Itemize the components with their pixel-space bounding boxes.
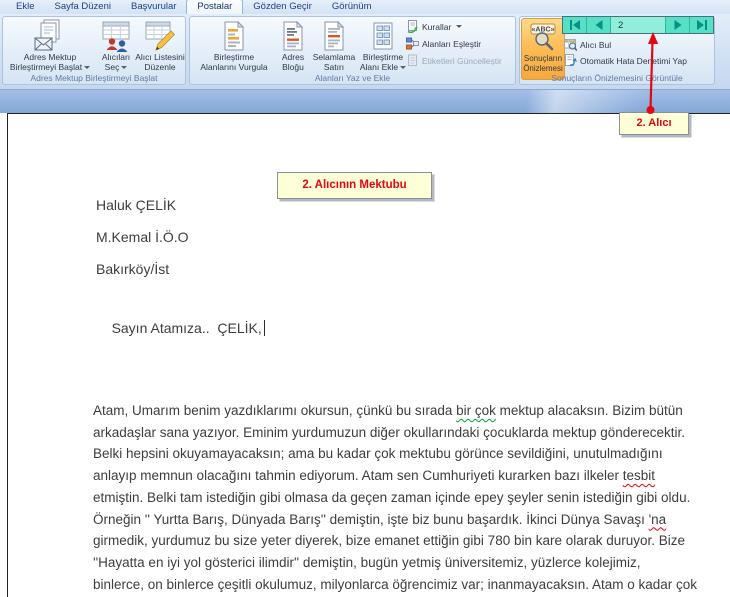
address-block-button[interactable]: Adres Bloğu (276, 18, 310, 73)
find-recipient-icon (564, 38, 578, 51)
find-recipient-button[interactable]: Alıcı Bul (564, 38, 611, 51)
insert-merge-field-button[interactable]: Birleştirme Alanı Ekle (358, 18, 408, 73)
auto-check-errors-icon (564, 54, 577, 67)
select-recipients-icon (99, 19, 133, 53)
document-text-line[interactable]: Atam, Umarım benim yazdıklarımı okursun,… (93, 400, 697, 422)
auto-check-errors-button[interactable]: Otomatik Hata Denetimi Yap (564, 54, 687, 67)
ribbon: Adres Mektup Birleştirmeyi Başlat Alıcıl… (0, 14, 730, 90)
letter-callout: 2. Alıcının Mektubu (277, 172, 432, 199)
group-preview-results: «ABC» Sonuçların Önizlemesi 2 Alıcı Bul … (519, 16, 715, 85)
recipient-name-line[interactable]: Haluk ÇELİK (96, 197, 176, 213)
tab-basvurular[interactable]: Başvurular (121, 0, 186, 14)
record-number-input[interactable]: 2 (611, 17, 666, 33)
document-text-line[interactable]: arkadaşlar sana yazıyor. Eminim yurdumuz… (93, 422, 697, 444)
document-text-line[interactable]: ''Hayatta en iyi yol gösterici ilimdir''… (93, 552, 697, 574)
next-record-button[interactable] (666, 17, 690, 33)
dropdown-arrow-icon (456, 25, 463, 28)
greeting-line-button[interactable]: Selamlama Satırı (310, 18, 358, 73)
preview-results-button[interactable]: «ABC» Sonuçların Önizlemesi (521, 18, 565, 80)
salutation-line[interactable]: Sayın Atamıza.. ÇELİK, (96, 304, 265, 352)
dropdown-arrow-icon (121, 65, 128, 69)
tab-gorunum[interactable]: Görünüm (322, 0, 382, 14)
record-navigation: 2 (562, 16, 714, 34)
text-cursor (263, 320, 265, 336)
rules-icon (406, 20, 419, 34)
preview-results-icon: «ABC» (529, 20, 557, 54)
recipient-callout: 2. Alıcı (619, 112, 689, 135)
tab-gozden-gecir[interactable]: Gözden Geçir (243, 0, 322, 14)
document-text-line[interactable]: Belki hepsini okuyamayacaksın; ama bu ka… (93, 443, 697, 465)
word-window: Ekle Sayfa Düzeni Başvurular Postalar Gö… (0, 0, 730, 597)
recipient-city-line[interactable]: Bakırköy/İst (96, 261, 169, 277)
document-text-line[interactable]: Örneğin '' Yurtta Barış, Dünyada Barış''… (93, 509, 697, 531)
document-text-line[interactable]: anlayıp memnun olacağını tahmin ediyorum… (93, 465, 697, 487)
edit-recipient-list-button[interactable]: Alıcı Listesini Düzenle (135, 18, 185, 73)
greeting-line-icon (321, 19, 347, 53)
recipient-school-line[interactable]: M.Kemal İ.Ö.O (96, 229, 189, 245)
tab-sayfa-duzeni[interactable]: Sayfa Düzeni (44, 0, 121, 14)
window-background-band (0, 90, 730, 113)
document-body-paragraph[interactable]: Atam, Umarım benim yazdıklarımı okursun,… (93, 400, 697, 597)
edit-recipient-list-icon (143, 19, 177, 53)
match-fields-icon (406, 37, 419, 50)
document-text-line[interactable]: girmedik, yurdumuz bu size yeter diyerek… (93, 530, 697, 552)
ribbon-tab-bar: Ekle Sayfa Düzeni Başvurular Postalar Gö… (0, 0, 730, 14)
update-labels-icon (406, 54, 419, 67)
dropdown-arrow-icon (84, 65, 91, 69)
group-label: Alanları Yaz ve Ekle (314, 73, 391, 83)
first-record-button[interactable] (563, 17, 587, 33)
highlight-merge-fields-button[interactable]: Birleştirme Alanlarını Vurgula (192, 18, 276, 73)
update-labels-button[interactable]: Etiketleri Güncelleştir (406, 54, 516, 67)
start-mail-merge-button[interactable]: Adres Mektup Birleştirmeyi Başlat (3, 18, 97, 73)
previous-record-button[interactable] (587, 17, 611, 33)
match-fields-button[interactable]: Alanları Eşleştir (406, 37, 516, 50)
group-start-mail-merge: Adres Mektup Birleştirmeyi Başlat Alıcıl… (2, 16, 186, 85)
highlight-merge-fields-icon (221, 19, 247, 53)
tab-ekle[interactable]: Ekle (6, 0, 44, 14)
rules-button[interactable]: Kurallar (406, 20, 516, 34)
tab-postalar[interactable]: Postalar (186, 0, 244, 14)
group-label: Adres Mektup Birleştirmeyi Başlat (30, 73, 158, 83)
document-text-line[interactable]: etmiştin. Belki tam istediğin gibi olmas… (93, 487, 697, 509)
group-write-insert-fields: Birleştirme Alanlarını Vurgula Adres Blo… (189, 16, 516, 85)
select-recipients-button[interactable]: Alıcıları Seç (97, 18, 135, 73)
last-record-button[interactable] (690, 17, 713, 33)
start-mail-merge-icon (33, 19, 67, 53)
insert-merge-field-icon (370, 19, 396, 53)
group-label: Sonuçların Önizlemesini Görüntüle (551, 73, 683, 83)
address-block-icon (280, 19, 306, 53)
document-text-line[interactable]: binlerce, on binlerce çeşitli okulumuz, … (93, 574, 697, 596)
